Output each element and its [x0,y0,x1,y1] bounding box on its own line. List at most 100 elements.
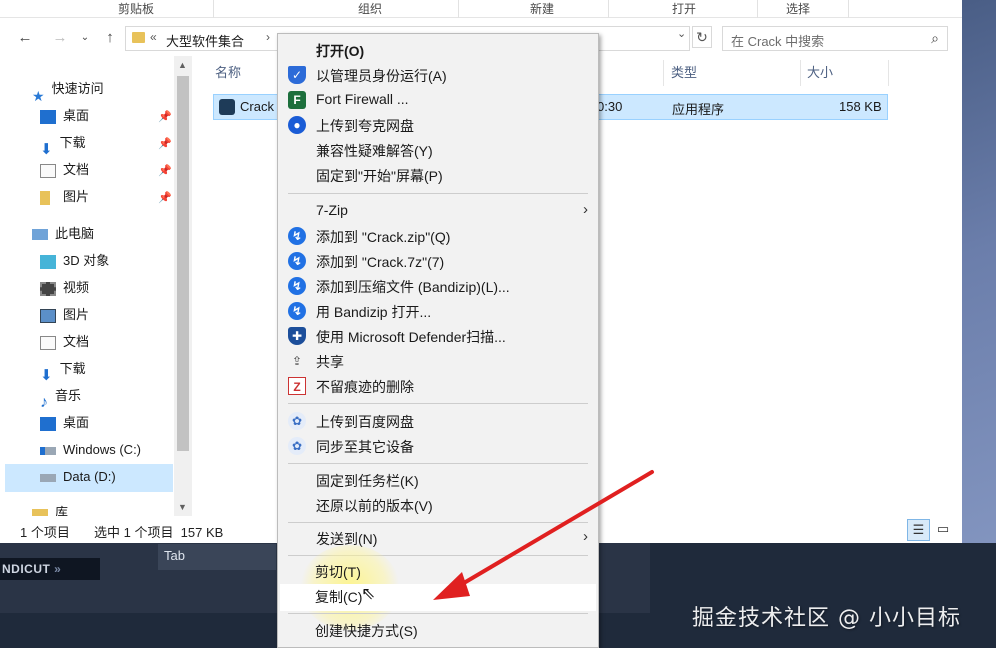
pin-icon[interactable]: 📌 [158,164,172,177]
ribbon-separator [757,0,758,18]
nav-item-3d-objects[interactable]: 3D 对象 [40,248,109,274]
nav-item-drive-d[interactable]: Data (D:) [40,464,116,490]
defender-shield-icon: ✚ [288,327,306,345]
overflow-chevron-icon[interactable]: « [150,30,157,44]
menu-item-add-7z[interactable]: ↯ 添加到 "Crack.7z"(7) [280,249,596,274]
menu-item-run-as-admin[interactable]: ✓ 以管理员身份运行(A) [280,63,596,88]
search-icon[interactable]: ⌕ [931,30,939,47]
nav-scrollbar[interactable]: ▲ ▼ [174,56,192,516]
ribbon-group-new[interactable]: 新建 [530,0,554,17]
menu-item-add-zip[interactable]: ↯ 添加到 "Crack.zip"(Q) [280,224,596,249]
column-header-type[interactable]: 类型 [671,62,697,81]
forward-arrow-icon[interactable]: → [50,28,70,48]
nav-item-quick-access[interactable]: ★ 快速访问 [32,76,104,104]
music-icon: ♪ [40,393,48,411]
menu-item-copy[interactable]: 复制(C) [279,584,595,609]
menu-item-send-to[interactable]: 发送到(N) › [280,526,596,551]
status-item-count: 1 个项目 [20,525,70,540]
star-icon: ★ [32,87,45,104]
menu-separator [288,613,588,614]
desktop-icon [40,109,56,124]
menu-item-secure-delete[interactable]: Z 不留痕迹的删除 [280,374,596,399]
nav-item-libraries[interactable]: 库 [32,500,68,516]
file-date: 0:30 [597,99,623,114]
menu-item-share[interactable]: ⇪ 共享 [280,349,596,374]
file-size: 158 KB [839,99,882,114]
download-icon: ⬇ [40,140,53,158]
nav-item-drive-c[interactable]: Windows (C:) [40,437,141,463]
menu-item-upload-baidu[interactable]: ✿ 上传到百度网盘 [280,409,596,434]
pc-icon [32,229,48,241]
nav-item-documents-pc[interactable]: 文档 [40,329,89,355]
nav-item-music[interactable]: ♪ 音乐 [40,383,81,411]
menu-item-upload-quark[interactable]: ● 上传到夸克网盘 [280,113,596,138]
column-separator[interactable] [888,60,889,86]
menu-item-pin-taskbar[interactable]: 固定到任务栏(K) [280,468,596,493]
pin-icon[interactable]: 📌 [158,110,172,123]
ribbon-group-select[interactable]: 选择 [786,0,810,17]
pin-icon[interactable]: 📌 [158,137,172,150]
tab-label[interactable]: Tab [158,544,276,570]
menu-item-open[interactable]: 打开(O) [280,38,596,63]
bandicut-logo: NDICUT » [0,558,100,580]
uac-shield-icon: ✓ [288,66,306,84]
column-header-name[interactable]: 名称 [215,62,241,81]
nav-item-pictures[interactable]: 图片 [40,302,89,328]
menu-item-create-shortcut[interactable]: 创建快捷方式(S) [279,618,595,643]
menu-item-defender-scan[interactable]: ✚ 使用 Microsoft Defender扫描... [280,324,596,349]
ribbon-group-clipboard[interactable]: 剪贴板 [118,0,154,17]
nav-item-downloads[interactable]: ⬇ 下载 [40,130,86,158]
menu-item-cut[interactable]: 剪切(T) [279,559,595,584]
back-arrow-icon[interactable]: ← [15,28,35,48]
menu-item-open-bandizip[interactable]: ↯ 用 Bandizip 打开... [280,299,596,324]
column-separator[interactable] [800,60,801,86]
nav-item-documents[interactable]: 文档 [40,157,89,183]
scroll-down-icon[interactable]: ▼ [178,502,187,512]
up-arrow-icon[interactable]: ↑ [100,28,120,48]
pin-icon[interactable]: 📌 [158,191,172,204]
ribbon-bar: 剪贴板 组织 新建 打开 选择 [0,0,962,18]
search-placeholder: 在 Crack 中搜索 [731,34,825,49]
menu-separator [288,403,588,404]
refresh-icon[interactable]: ↻ [692,26,712,48]
menu-item-restore-versions[interactable]: 还原以前的版本(V) [280,493,596,518]
nav-item-desktop[interactable]: 桌面 [40,103,89,129]
details-view-icon[interactable]: ☰ [907,519,930,541]
nav-item-videos[interactable]: 视频 [40,275,89,301]
picture-icon [40,308,56,323]
column-header-size[interactable]: 大小 [807,62,833,81]
menu-item-fort-firewall[interactable]: F Fort Firewall ... [280,88,596,113]
document-icon [40,335,56,350]
file-type: 应用程序 [672,102,725,117]
nav-item-downloads-pc[interactable]: ⬇ 下载 [40,356,86,384]
scrollbar-thumb[interactable] [177,76,189,451]
recent-chevron-down-icon[interactable]: ⌄ [75,28,95,48]
column-separator[interactable] [663,60,664,86]
breadcrumb-folder[interactable]: 大型软件集合 [166,31,244,50]
nav-item-desktop-pc[interactable]: 桌面 [40,410,89,436]
menu-item-7zip[interactable]: 7-Zip › [280,199,596,224]
menu-item-pin-start[interactable]: 固定到"开始"屏幕(P) [280,163,596,188]
bandizip-icon: ↯ [288,302,306,320]
share-icon: ⇪ [291,354,303,368]
menu-item-compatibility[interactable]: 兼容性疑难解答(Y) [280,138,596,163]
search-input[interactable]: 在 Crack 中搜索 ⌕ [722,26,948,51]
breadcrumb-separator[interactable]: › [266,30,270,44]
menu-item-sync-devices[interactable]: ✿ 同步至其它设备 [280,434,596,459]
scroll-up-icon[interactable]: ▲ [178,60,187,70]
address-dropdown-chevron-icon[interactable]: ⌄ [677,27,686,40]
file-name: Crack [240,99,274,114]
shred-icon: Z [288,377,306,395]
ribbon-group-organize[interactable]: 组织 [358,0,382,17]
nav-item-this-pc[interactable]: 此电脑 [32,221,94,247]
menu-separator [288,463,588,464]
nav-item-pictures-folder[interactable]: 图片 [40,184,89,210]
navigation-pane: ★ 快速访问 桌面 📌 ⬇ 下载 📌 文档 📌 图片 📌 此电脑 3D 对象 视频 … [0,56,192,516]
folder-icon [40,190,50,205]
bandizip-icon: ↯ [288,252,306,270]
ribbon-group-open[interactable]: 打开 [672,0,696,17]
large-icons-view-icon[interactable]: ▭ [933,521,953,539]
download-icon: ⬇ [40,366,53,384]
menu-item-add-archive[interactable]: ↯ 添加到压缩文件 (Bandizip)(L)... [280,274,596,299]
desktop-icon [40,416,56,431]
